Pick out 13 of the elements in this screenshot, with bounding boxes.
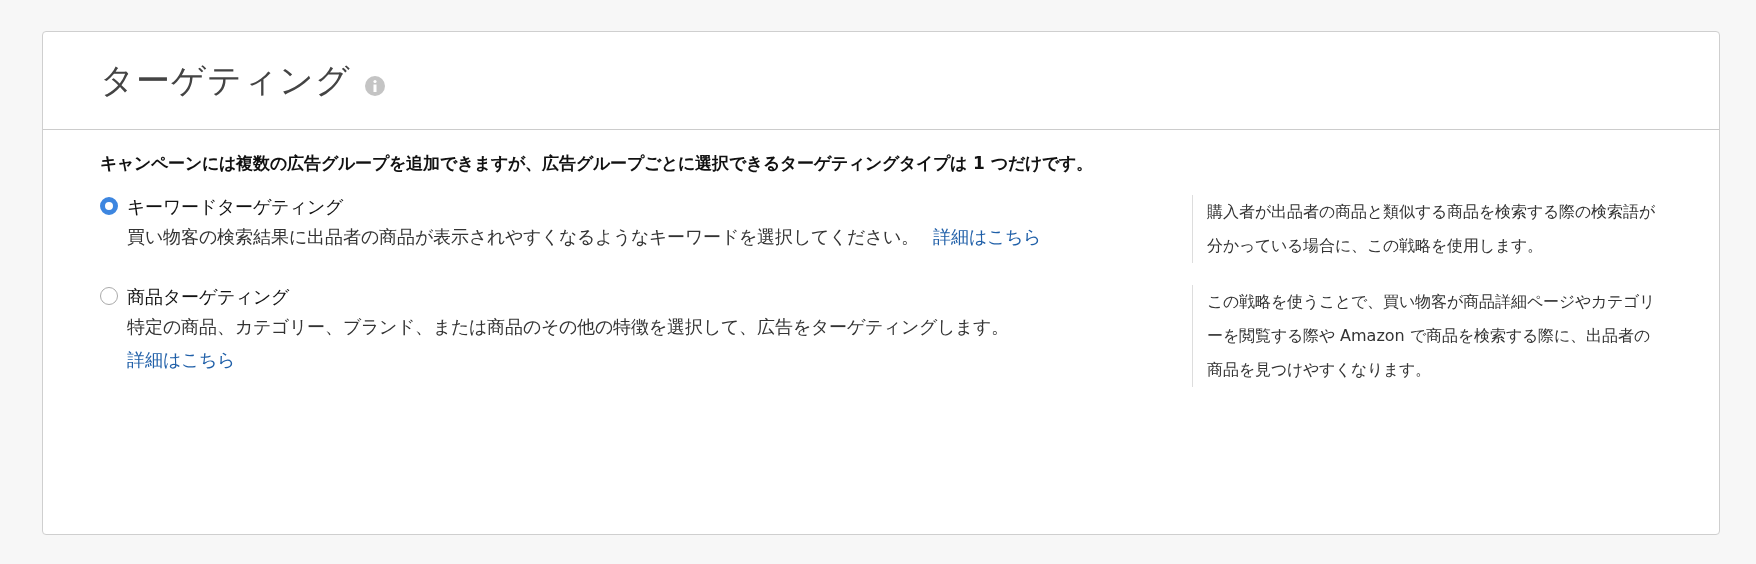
details-link[interactable]: 詳細はこちら	[933, 227, 1041, 247]
option-hint: 購入者が出品者の商品と類似する商品を検索する際の検索語が分かっている場合に、この戦略を使用します。	[1192, 195, 1662, 263]
panel-title: ターゲティング	[100, 58, 351, 102]
option-description: 特定の商品、カテゴリー、ブランド、または商品のその他の特徴を選択して、広告をターゲティングします。 詳細はこちら	[127, 316, 1010, 372]
intro-text: キャンペーンには複数の広告グループを追加できますが、広告グループごとに選択できるターゲティングタイプは 1 つだけです。	[100, 152, 1094, 175]
option-description: 買い物客の検索結果に出品者の商品が表示されやすくなるようなキーワードを選択してください。 詳細はこちら	[127, 226, 1042, 249]
option-hint: この戦略を使うことで、買い物客が商品詳細ページやカテゴリーを閲覧する際や Amazon で商品を検索する際に、出品者の商品を見つけやすくなります。	[1192, 285, 1662, 387]
option-label[interactable]: キーワードターゲティング	[127, 193, 1090, 221]
info-icon[interactable]	[365, 75, 385, 96]
option-label[interactable]: 商品ターゲティング	[127, 283, 1090, 311]
details-link[interactable]: 詳細はこちら	[127, 350, 235, 370]
radio-button[interactable]	[100, 197, 118, 215]
radio-button[interactable]	[100, 287, 118, 305]
